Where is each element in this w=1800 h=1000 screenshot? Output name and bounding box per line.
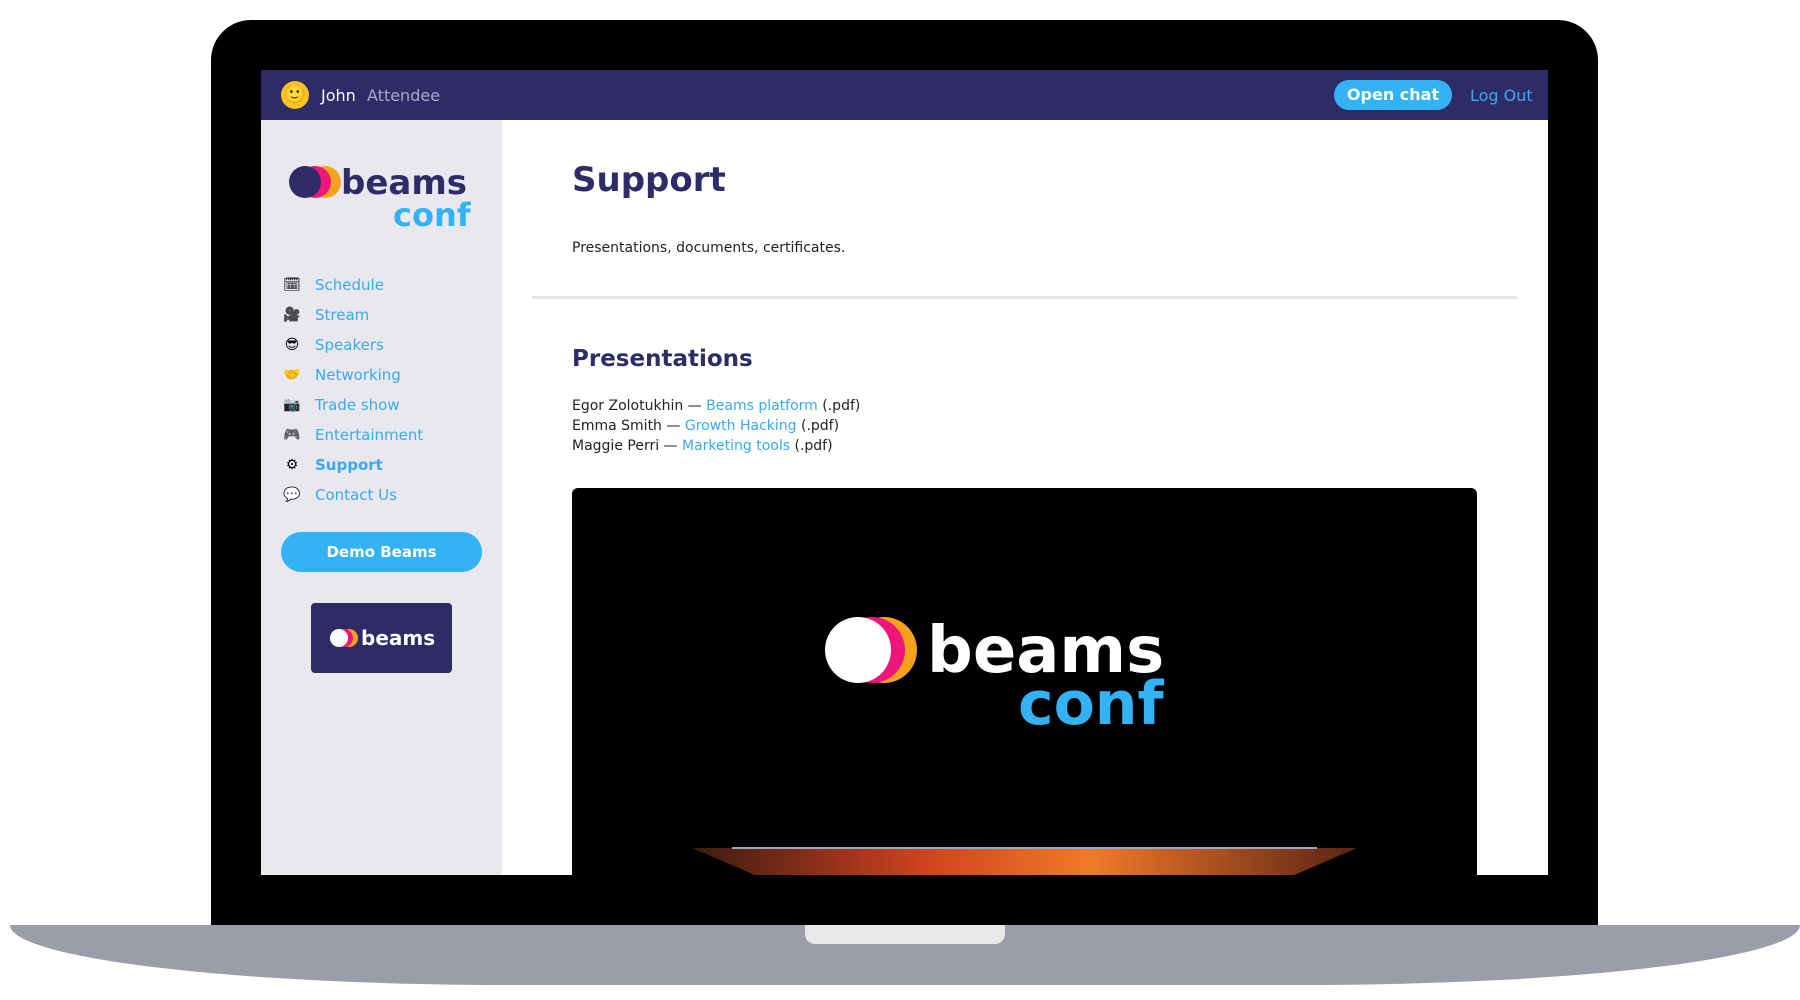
user-avatar-icon[interactable]: 🙂	[281, 81, 309, 109]
sidebar-item-networking[interactable]: 🤝 Networking	[281, 360, 423, 390]
presentation-suffix: (.pdf)	[800, 418, 840, 434]
sidebar-item-support[interactable]: ⚙ Support	[281, 450, 423, 480]
sidebar-item-label: Support	[315, 456, 383, 474]
section-title-presentations: Presentations	[572, 346, 753, 372]
screen: 🙂 John Attendee Open chat Log Out beams …	[261, 70, 1548, 875]
logout-link[interactable]: Log Out	[1470, 86, 1533, 105]
sidebar-item-label: Contact Us	[315, 486, 397, 504]
presentation-link[interactable]: Growth Hacking	[685, 418, 797, 434]
camera-icon: 📷	[283, 397, 301, 413]
user-role: Attendee	[367, 86, 441, 105]
video-player[interactable]: beams conf	[572, 488, 1477, 875]
presentation-link[interactable]: Marketing tools	[682, 438, 790, 454]
sidebar-item-label: Schedule	[315, 276, 384, 294]
handshake-icon: 🤝	[283, 367, 301, 383]
list-item: Egor Zolotukhin — Beams platform (.pdf)	[572, 398, 861, 414]
sidebar-item-entertainment[interactable]: 🎮 Entertainment	[281, 420, 423, 450]
video-beamsconf-logo: beams conf	[822, 606, 1232, 739]
user-name[interactable]: John	[321, 86, 356, 105]
sidebar-item-speakers[interactable]: 😎 Speakers	[281, 330, 423, 360]
presentation-author: Maggie Perri	[572, 438, 660, 454]
sidebar-item-label: Networking	[315, 366, 401, 384]
sidebar: beams conf 🗓 Schedule 🎥 Stream 😎 Speaker…	[261, 120, 502, 875]
sidebar-item-stream[interactable]: 🎥 Stream	[281, 300, 423, 330]
sidebar-item-contact-us[interactable]: 💬 Contact Us	[281, 480, 423, 510]
page-title: Support	[572, 160, 726, 200]
video-logo-word-conf: conf	[1018, 669, 1165, 726]
main-content: Support Presentations, documents, certif…	[502, 120, 1548, 875]
demo-beams-button[interactable]: Demo Beams	[281, 532, 482, 572]
sidebar-item-label: Speakers	[315, 336, 384, 354]
video-laptop-image	[692, 846, 1357, 875]
divider	[532, 296, 1518, 299]
laptop-notch	[805, 925, 1005, 944]
sunglasses-emoji-icon: 😎	[284, 337, 300, 353]
badge-word: beams	[361, 626, 435, 650]
presentation-suffix: (.pdf)	[794, 438, 833, 454]
calendar-icon: 🗓	[283, 277, 301, 293]
presentation-list: Egor Zolotukhin — Beams platform (.pdf) …	[572, 396, 860, 456]
list-item: Emma Smith — Growth Hacking (.pdf)	[572, 418, 840, 434]
top-bar: 🙂 John Attendee Open chat Log Out	[261, 70, 1548, 120]
sidebar-nav: 🗓 Schedule 🎥 Stream 😎 Speakers 🤝 Network…	[281, 270, 423, 510]
speech-bubble-icon: 💬	[283, 487, 301, 503]
open-chat-button[interactable]: Open chat	[1334, 80, 1452, 110]
gear-icon: ⚙	[285, 457, 299, 473]
beamsconf-logo[interactable]: beams conf	[281, 160, 491, 234]
beams-badge[interactable]: beams	[311, 603, 452, 673]
presentation-author: Egor Zolotukhin	[572, 398, 684, 414]
presentation-suffix: (.pdf)	[822, 398, 861, 414]
gamepad-icon: 🎮	[283, 427, 301, 443]
video-camera-icon: 🎥	[283, 307, 301, 323]
list-item: Maggie Perri — Marketing tools (.pdf)	[572, 438, 833, 454]
logo-word-conf: conf	[393, 196, 472, 230]
sidebar-item-label: Entertainment	[315, 426, 424, 444]
sidebar-item-label: Stream	[315, 306, 370, 324]
page-subtitle: Presentations, documents, certificates.	[572, 240, 846, 256]
sidebar-item-trade-show[interactable]: 📷 Trade show	[281, 390, 423, 420]
presentation-author: Emma Smith	[572, 418, 662, 434]
sidebar-item-label: Trade show	[315, 396, 400, 414]
presentation-link[interactable]: Beams platform	[706, 398, 818, 414]
sidebar-item-schedule[interactable]: 🗓 Schedule	[281, 270, 423, 300]
